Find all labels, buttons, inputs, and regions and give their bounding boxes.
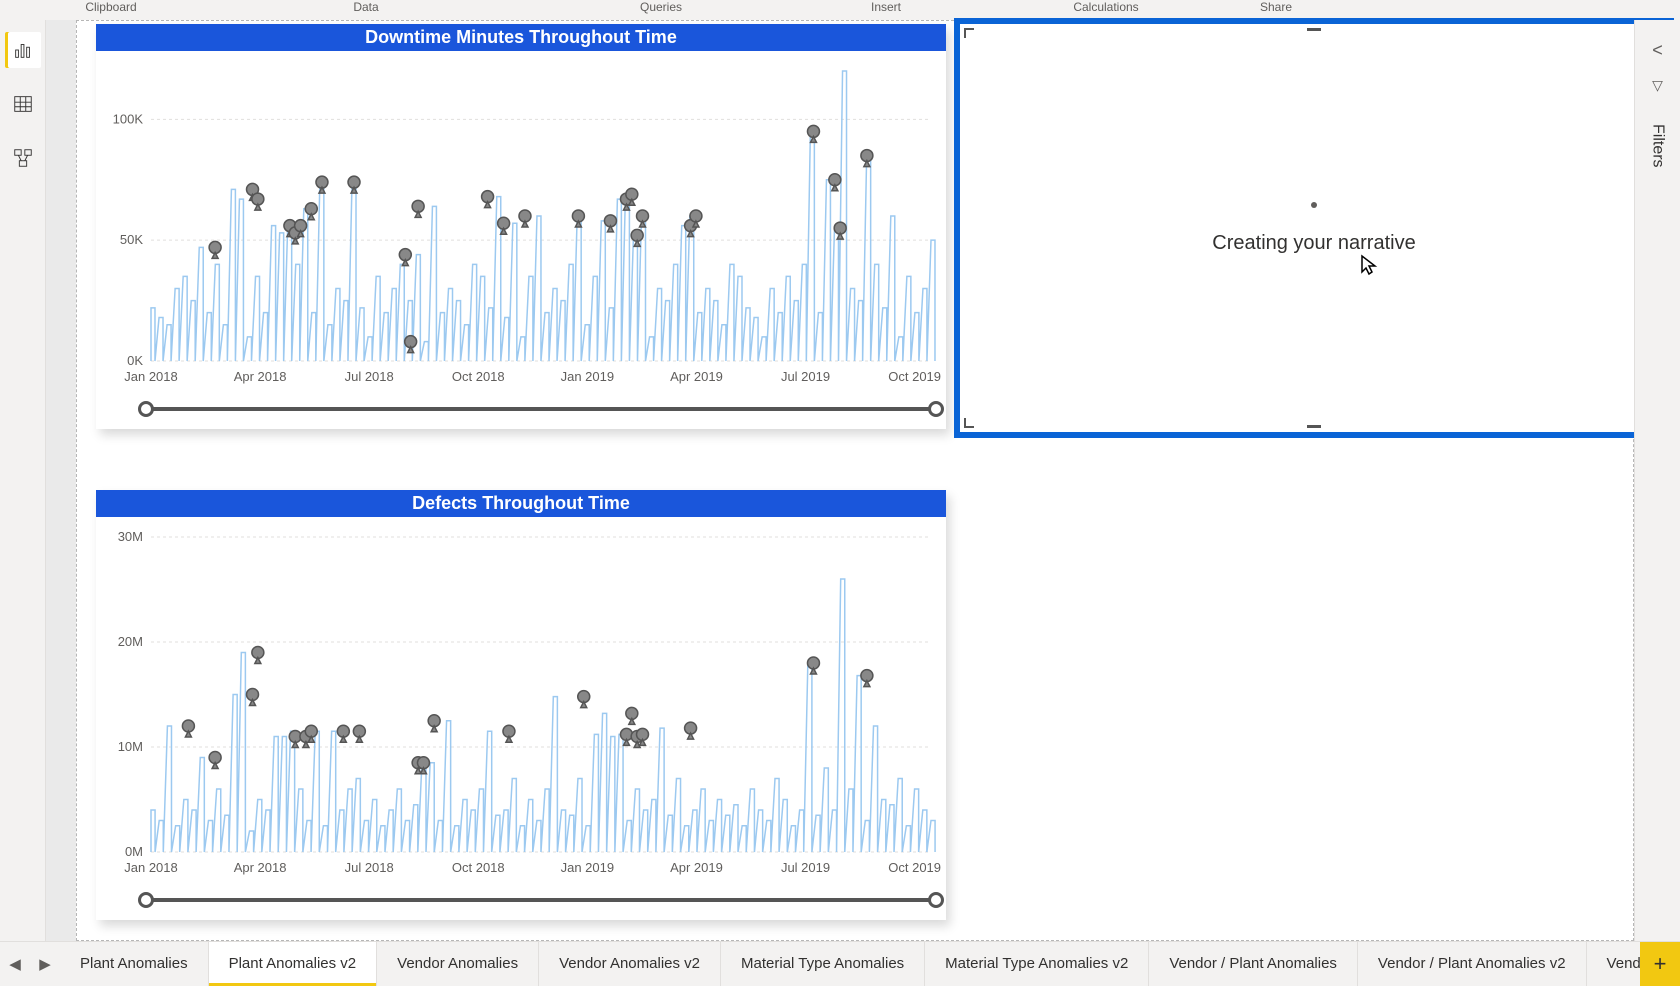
narrative-status-text: Creating your narrative [1212,232,1415,255]
svg-text:Oct 2019: Oct 2019 [888,860,941,875]
page-tab[interactable]: Material Type Anomalies [721,942,925,986]
model-view-icon[interactable] [5,140,41,176]
ribbon-group-insert: Insert [766,0,1006,14]
smart-narrative-visual[interactable]: Creating your narrative [954,18,1674,438]
svg-text:Oct 2018: Oct 2018 [452,369,505,384]
ribbon-group-share: Share [1206,0,1346,14]
report-view-icon[interactable] [5,32,41,68]
page-tab-strip: ◀ ▶ Plant AnomaliesPlant Anomalies v2Ven… [0,941,1680,985]
chart-defects-title: Defects Throughout Time [96,490,946,517]
view-switcher [0,20,46,941]
add-page-button[interactable]: + [1640,942,1680,986]
svg-text:Jan 2018: Jan 2018 [124,860,178,875]
filters-pane-collapsed[interactable]: < ▽ Filters [1634,20,1680,941]
chart-downtime-slider[interactable] [146,401,936,417]
ribbon-group-queries: Queries [556,0,766,14]
svg-text:Jul 2019: Jul 2019 [781,369,830,384]
slider-thumb-left[interactable] [138,892,154,908]
svg-text:30M: 30M [118,529,143,544]
data-view-icon[interactable] [5,86,41,122]
svg-text:Apr 2018: Apr 2018 [234,369,287,384]
svg-text:Jan 2019: Jan 2019 [561,369,615,384]
svg-text:10M: 10M [118,739,143,754]
svg-text:Jul 2018: Jul 2018 [345,860,394,875]
slider-thumb-right[interactable] [928,401,944,417]
svg-text:100K: 100K [113,111,144,126]
svg-text:Oct 2018: Oct 2018 [452,860,505,875]
expand-pane-icon[interactable]: < [1652,40,1663,61]
svg-text:Oct 2019: Oct 2019 [888,369,941,384]
tab-scroll-prev[interactable]: ◀ [0,955,30,973]
chart-defects-plot: 0M 10M 20M 30M Jan 2018 Apr 2018 Jul 2018 Oct 2… [96,517,946,892]
tab-scroll-next[interactable]: ▶ [30,955,60,973]
chart-downtime[interactable]: Downtime Minutes Throughout Time 0K 50K 10… [96,24,946,429]
svg-text:0M: 0M [125,844,143,859]
svg-text:Jan 2019: Jan 2019 [561,860,615,875]
page-tab[interactable]: Vendor / Plant Ano [1587,942,1640,986]
filter-funnel-icon: ▽ [1652,77,1663,94]
chart-defects[interactable]: Defects Throughout Time 0M 10M 20M 30M Jan 2… [96,490,946,920]
ribbon-group-calculations: Calculations [1006,0,1206,14]
svg-text:Jul 2018: Jul 2018 [345,369,394,384]
slider-thumb-right[interactable] [928,892,944,908]
page-tab[interactable]: Material Type Anomalies v2 [925,942,1149,986]
ribbon-group-labels: Clipboard Data Queries Insert Calculatio… [0,0,1680,20]
svg-text:Apr 2018: Apr 2018 [234,860,287,875]
svg-text:50K: 50K [120,232,143,247]
chart-downtime-title: Downtime Minutes Throughout Time [96,24,946,51]
slider-thumb-left[interactable] [138,401,154,417]
page-tab[interactable]: Plant Anomalies [60,942,209,986]
svg-text:Jan 2018: Jan 2018 [124,369,178,384]
page-tab[interactable]: Vendor Anomalies v2 [539,942,721,986]
page-tab[interactable]: Plant Anomalies v2 [209,942,378,986]
svg-text:Jul 2019: Jul 2019 [781,860,830,875]
svg-text:0K: 0K [127,353,143,368]
chart-defects-slider[interactable] [146,892,936,908]
cursor-icon [1360,254,1378,282]
ribbon-group-data: Data [176,0,556,14]
filters-label: Filters [1649,124,1667,168]
page-tab[interactable]: Vendor / Plant Anomalies v2 [1358,942,1587,986]
page-tab[interactable]: Vendor / Plant Anomalies [1149,942,1358,986]
svg-text:Apr 2019: Apr 2019 [670,860,723,875]
svg-text:20M: 20M [118,634,143,649]
report-canvas[interactable]: Downtime Minutes Throughout Time 0K 50K 10… [46,20,1634,941]
page-tab[interactable]: Vendor Anomalies [377,942,539,986]
svg-text:Apr 2019: Apr 2019 [670,369,723,384]
chart-downtime-plot: 0K 50K 100K Jan 2018 Apr 2018 Jul 2018 Oct 201… [96,51,946,401]
ribbon-group-clipboard: Clipboard [46,0,176,14]
loading-spinner-icon [1311,202,1317,208]
